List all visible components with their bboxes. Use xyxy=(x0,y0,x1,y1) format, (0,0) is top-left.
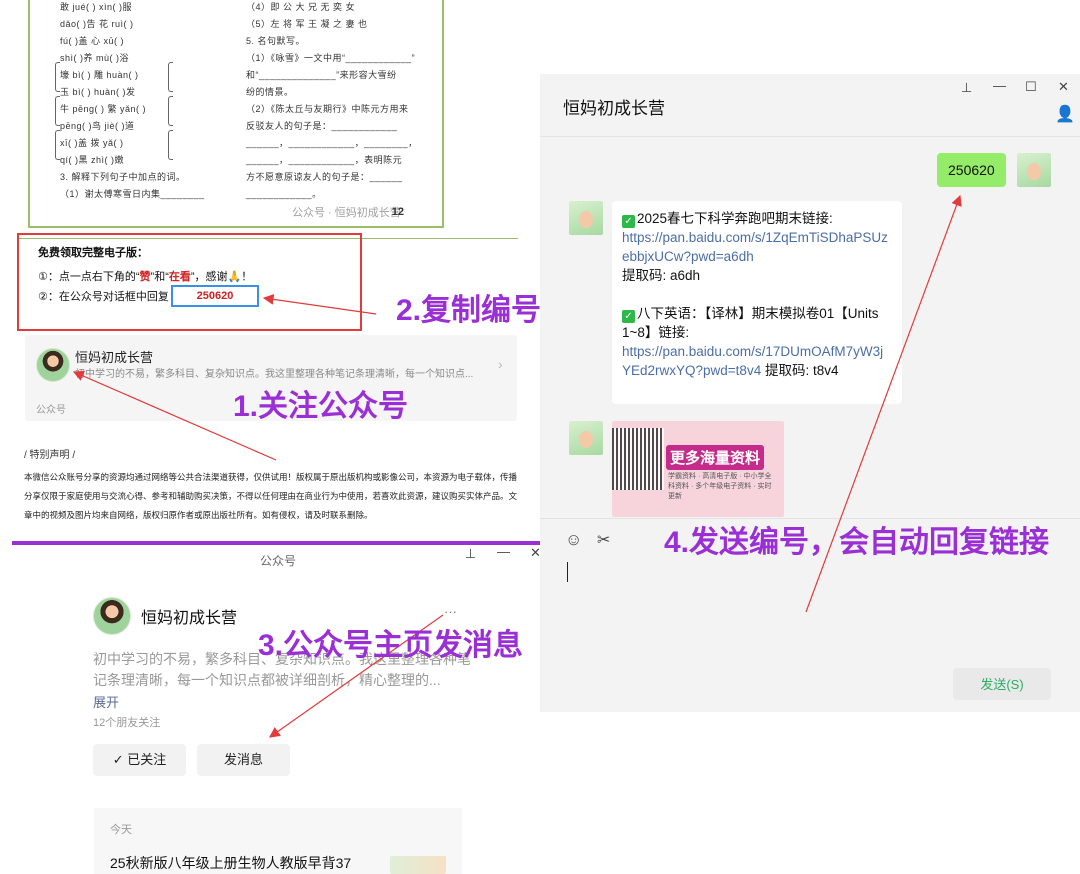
annotation-step-2: 2.复制编号 xyxy=(396,294,542,327)
annotation-step-4: 4.发送编号，会自动回复链接 xyxy=(664,526,1050,559)
annotation-step-1: 1.关注公众号 xyxy=(233,390,409,423)
arrow-step2 xyxy=(262,294,377,315)
annotation-arrows xyxy=(72,194,962,738)
annotation-step-3: 3.公众号主页发消息 xyxy=(258,629,524,662)
